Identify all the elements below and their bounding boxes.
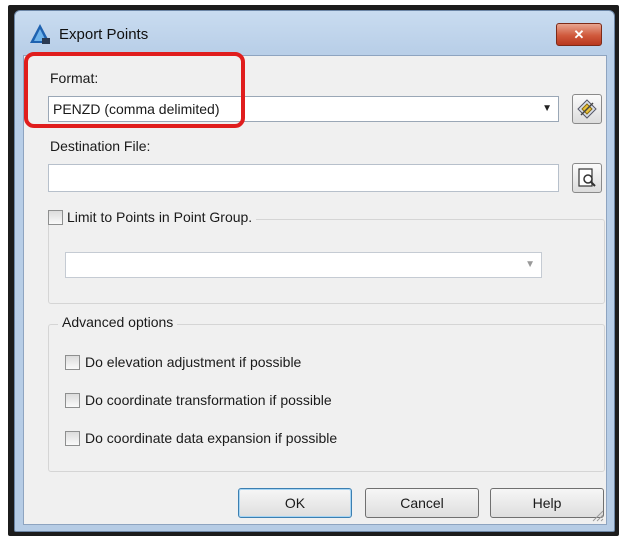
option-coordinate-transformation[interactable]: Do coordinate transformation if possible xyxy=(65,392,332,408)
close-button[interactable]: ✕ xyxy=(556,23,602,46)
format-dropdown[interactable]: PENZD (comma delimited) ▼ xyxy=(48,96,559,122)
format-settings-icon xyxy=(577,99,597,119)
destination-file-input[interactable] xyxy=(48,164,559,192)
option-coordinate-data-expansion[interactable]: Do coordinate data expansion if possible xyxy=(65,430,337,446)
coordinate-data-expansion-label: Do coordinate data expansion if possible xyxy=(85,430,338,446)
cancel-button[interactable]: Cancel xyxy=(365,488,479,518)
title-bar[interactable]: Export Points ✕ xyxy=(15,11,614,55)
resize-grip-icon[interactable] xyxy=(590,508,604,522)
ok-button[interactable]: OK xyxy=(238,488,352,518)
limit-to-point-group-label: Limit to Points in Point Group. xyxy=(67,209,253,225)
coordinate-data-expansion-checkbox[interactable] xyxy=(65,430,80,446)
dialog-body: Format: PENZD (comma delimited) ▼ Destin… xyxy=(23,55,607,525)
elevation-adjustment-label: Do elevation adjustment if possible xyxy=(85,354,302,370)
advanced-options-label: Advanced options xyxy=(58,314,178,330)
limit-to-point-group-checkbox[interactable] xyxy=(48,209,63,225)
point-group-dropdown[interactable]: ▼ xyxy=(65,252,542,278)
format-settings-button[interactable] xyxy=(572,94,602,124)
coordinate-transformation-checkbox[interactable] xyxy=(65,392,80,408)
format-selected-value: PENZD (comma delimited) xyxy=(53,101,220,117)
browse-file-icon xyxy=(578,168,596,187)
help-button[interactable]: Help xyxy=(490,488,604,518)
chevron-down-icon: ▼ xyxy=(525,259,535,270)
option-elevation-adjustment[interactable]: Do elevation adjustment if possible xyxy=(65,354,301,370)
elevation-adjustment-checkbox[interactable] xyxy=(65,354,80,370)
destination-file-label: Destination File: xyxy=(50,138,151,154)
export-points-dialog: Export Points ✕ Format: PENZD (comma del… xyxy=(14,10,615,532)
browse-file-button[interactable] xyxy=(572,163,602,193)
format-label: Format: xyxy=(50,70,99,86)
limit-group-header: Limit to Points in Point Group. xyxy=(46,209,257,225)
window-title: Export Points xyxy=(59,26,149,43)
chevron-down-icon: ▼ xyxy=(542,103,552,114)
app-icon xyxy=(30,24,50,44)
coordinate-transformation-label: Do coordinate transformation if possible xyxy=(85,392,332,408)
close-icon: ✕ xyxy=(573,26,585,42)
